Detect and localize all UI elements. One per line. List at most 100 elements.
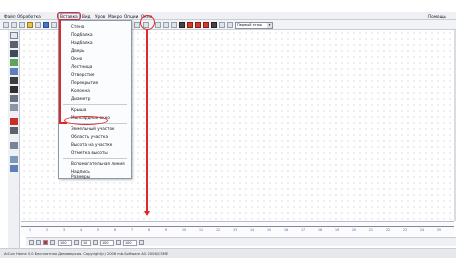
menu-item-ceiling[interactable]: Перекрытие <box>71 80 98 85</box>
roof-tool-icon[interactable] <box>10 77 18 84</box>
ruler-number: 17 <box>301 228 306 232</box>
menu-item-plot-height[interactable]: Высота на участке <box>71 142 112 147</box>
lock-icon[interactable] <box>74 240 79 245</box>
menu-item-dimensions[interactable]: Размеры <box>71 174 90 179</box>
fill-icon[interactable] <box>211 22 217 28</box>
menu-item-wall[interactable]: Стена <box>71 24 84 29</box>
annotation-arrow-head <box>143 211 150 216</box>
view-2d-icon[interactable] <box>29 240 34 245</box>
door-tool-icon[interactable] <box>10 50 18 57</box>
annotation-menu-highlight <box>57 12 81 20</box>
menu-item-plot-area[interactable]: Область участка <box>71 134 108 139</box>
menu-item-column[interactable]: Колонна <box>71 88 90 93</box>
menu-item-elevation-mark[interactable]: Отметка высоты <box>71 150 108 155</box>
ruler-number: 18 <box>318 228 323 232</box>
print-icon[interactable] <box>35 22 41 28</box>
zoom-icon[interactable] <box>50 240 55 245</box>
ruler-number: 11 <box>199 228 204 232</box>
ruler-number: 1 <box>29 228 32 232</box>
texture-tool-icon[interactable] <box>10 127 18 134</box>
dimension-tool-icon[interactable] <box>10 142 18 149</box>
status-bar: ArCon Home 5.0 Бесплатная Демоверсия. Co… <box>0 248 456 258</box>
ruler-number: 19 <box>335 228 340 232</box>
ruler-number: 5 <box>97 228 100 232</box>
menu-item-helper-line[interactable]: Вспомогательная линия <box>71 161 125 166</box>
menu-separator <box>63 104 127 105</box>
chevron-down-icon[interactable]: ▾ <box>267 22 272 28</box>
annotation-circle <box>140 15 155 30</box>
ruler-number: 22 <box>386 228 391 232</box>
bottom-toolbar: 100 10 100 100 <box>26 237 456 246</box>
pointer-icon[interactable] <box>163 22 169 28</box>
ruler-number: 21 <box>369 228 374 232</box>
ruler-number: 15 <box>267 228 272 232</box>
menu-view[interactable]: Вид <box>82 14 91 19</box>
annotation-arrow-line <box>146 30 148 213</box>
save-icon[interactable] <box>19 22 25 28</box>
marker-red-icon[interactable] <box>203 22 209 28</box>
menu-item-stairs[interactable]: Лестница <box>71 64 92 69</box>
color-red-icon[interactable] <box>187 22 193 28</box>
ruler-number: 25 <box>437 228 442 232</box>
view-3d-icon[interactable] <box>36 240 41 245</box>
menu-edit[interactable]: Обработка <box>17 14 41 19</box>
opening-tool-icon[interactable] <box>10 95 18 102</box>
record-icon[interactable] <box>43 240 48 245</box>
flag-red-icon[interactable] <box>195 22 201 28</box>
new-file-icon[interactable] <box>3 22 9 28</box>
level-icon[interactable] <box>227 22 233 28</box>
pencil-icon[interactable] <box>27 22 33 28</box>
menu-item-window[interactable]: Окно <box>71 56 82 61</box>
menu-item-under-beam[interactable]: Подбалка <box>71 32 93 37</box>
column-tool-icon[interactable] <box>10 86 18 93</box>
menu-level[interactable]: Уров <box>95 14 105 19</box>
ruler-number: 4 <box>80 228 83 232</box>
ceiling-tool-icon[interactable] <box>10 104 18 111</box>
copy-icon[interactable] <box>51 22 57 28</box>
insert-menu-dropdown: Стена Подбалка Надбалка Дверь Окно Лестн… <box>58 20 132 179</box>
line-tool-icon[interactable] <box>10 156 18 163</box>
tool-palette <box>8 30 20 250</box>
dimension-icon[interactable] <box>171 22 177 28</box>
grid-field[interactable]: 10 <box>81 239 91 246</box>
window-tool-icon[interactable] <box>10 59 18 66</box>
select-tool-icon[interactable] <box>10 32 18 39</box>
cut-icon[interactable] <box>43 22 49 28</box>
menu-separator <box>63 158 127 159</box>
line-style-icon[interactable] <box>179 22 185 28</box>
menu-item-diameter[interactable]: Диаметр <box>71 96 90 101</box>
ruler-line <box>21 226 454 227</box>
ruler-number: 6 <box>114 228 117 232</box>
grid-icon[interactable] <box>155 22 161 28</box>
ruler-number: 23 <box>403 228 408 232</box>
menu-help[interactable]: Помощь <box>428 14 446 19</box>
settings-icon[interactable] <box>139 240 144 245</box>
menu-macro[interactable]: Макро <box>108 14 122 19</box>
menu-item-opening[interactable]: Отверстие <box>71 72 94 77</box>
color-tool-icon[interactable] <box>10 118 18 125</box>
height-icon[interactable] <box>116 240 121 245</box>
menu-item-over-beam[interactable]: Надбалка <box>71 40 93 45</box>
layer-icon[interactable] <box>219 22 225 28</box>
ruler: 1 2 3 4 5 6 7 8 9 10 11 12 13 14 15 16 1… <box>21 221 454 236</box>
floor-select[interactable]: Первый этаж ▾ <box>235 21 273 29</box>
menu-item-roof[interactable]: Крыша <box>71 107 86 112</box>
scale-field[interactable]: 100 <box>58 239 72 246</box>
menu-options[interactable]: Опции <box>124 14 138 19</box>
stairs-tool-icon[interactable] <box>10 68 18 75</box>
width-field[interactable]: 100 <box>100 239 114 246</box>
height-field[interactable]: 100 <box>123 239 137 246</box>
ruler-number: 12 <box>216 228 221 232</box>
status-text: ArCon Home 5.0 Бесплатная Демоверсия. Co… <box>4 252 169 256</box>
ruler-number: 14 <box>250 228 255 232</box>
menu-item-door[interactable]: Дверь <box>71 48 84 53</box>
annotation-stroke <box>59 19 61 123</box>
wall-tool-icon[interactable] <box>10 41 18 48</box>
menu-item-land-plot[interactable]: Земельный участок <box>71 126 115 131</box>
snap-icon[interactable] <box>93 240 98 245</box>
ruler-number: 16 <box>284 228 289 232</box>
menu-file[interactable]: Файл <box>4 14 16 19</box>
open-file-icon[interactable] <box>11 22 17 28</box>
text-tool-icon[interactable] <box>10 165 18 172</box>
ruler-number: 10 <box>182 228 187 232</box>
